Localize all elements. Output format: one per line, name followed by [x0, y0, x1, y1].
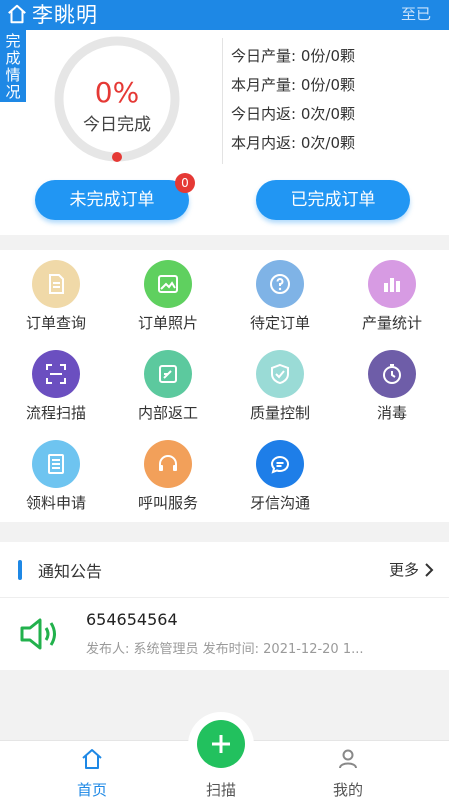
home-outline-icon — [82, 749, 102, 769]
tile-pending-orders[interactable]: 待定订单 — [224, 250, 336, 340]
app-header: 李眺明 至已 — [0, 0, 449, 30]
pending-orders-button[interactable]: 未完成订单 — [35, 180, 189, 220]
progress-indicator-dot — [112, 152, 122, 162]
stat-today-rework: 今日内返: 0次/0颗 — [231, 105, 355, 123]
home-icon[interactable] — [6, 3, 28, 25]
stat-today-output: 今日产量: 0份/0颗 — [231, 47, 355, 65]
tile-disinfection[interactable]: 消毒 — [336, 340, 448, 430]
headset-icon — [144, 440, 192, 488]
progress-percent: 0% — [94, 76, 140, 109]
tile-call-service[interactable]: 呼叫服务 — [112, 430, 224, 520]
completed-orders-button[interactable]: 已完成订单 — [256, 180, 410, 220]
speaker-icon — [20, 618, 56, 650]
divider — [222, 38, 223, 164]
tile-output-stats[interactable]: 产量统计 — [336, 250, 448, 340]
notice-meta: 发布人: 系统管理员 发布时间: 2021-12-20 1... — [86, 642, 364, 657]
form-icon — [32, 440, 80, 488]
summary-card: 完成情况 0% 今日完成 今日产量: 0份/0颗 本月产量: 0份/0颗 今日内… — [0, 30, 449, 235]
stats-list: 今日产量: 0份/0颗 本月产量: 0份/0颗 今日内返: 0次/0颗 本月内返… — [231, 42, 355, 158]
tile-material-request[interactable]: 领料申请 — [0, 430, 112, 520]
stat-month-output: 本月产量: 0份/0颗 — [231, 76, 355, 94]
more-link[interactable]: 更多 — [389, 559, 419, 580]
tile-order-photos[interactable]: 订单照片 — [112, 250, 224, 340]
function-grid: 订单查询 订单照片 待定订单 产量统计 流程扫描 内部返工 质量控制 消毒 领料… — [0, 250, 449, 522]
tile-order-query[interactable]: 订单查询 — [0, 250, 112, 340]
document-icon — [32, 260, 80, 308]
progress-label: 今日完成 — [83, 115, 151, 135]
question-icon — [256, 260, 304, 308]
tab-mine[interactable]: 我的 — [288, 741, 408, 800]
section-accent-bar — [18, 560, 22, 580]
tile-dental-messaging[interactable]: 牙信沟通 — [224, 430, 336, 520]
bar-chart-icon — [368, 260, 416, 308]
notice-section-header: 通知公告 更多 — [0, 542, 449, 598]
plus-icon — [212, 735, 230, 753]
completion-ribbon: 完成情况 — [0, 30, 26, 102]
chat-icon — [256, 440, 304, 488]
tile-internal-rework[interactable]: 内部返工 — [112, 340, 224, 430]
tab-home[interactable]: 首页 — [32, 741, 152, 800]
chevron-right-icon[interactable] — [423, 562, 435, 578]
scan-button[interactable] — [197, 720, 245, 768]
header-right-text[interactable]: 至已 — [401, 4, 431, 24]
notice-item[interactable]: 654654564 发布人: 系统管理员 发布时间: 2021-12-20 1.… — [0, 598, 449, 670]
image-icon — [144, 260, 192, 308]
stopwatch-icon — [368, 350, 416, 398]
edit-icon — [144, 350, 192, 398]
scan-icon — [32, 350, 80, 398]
tile-quality-control[interactable]: 质量控制 — [224, 340, 336, 430]
notice-title: 654654564 — [86, 610, 178, 629]
notice-section-title: 通知公告 — [38, 562, 103, 581]
tile-process-scan[interactable]: 流程扫描 — [0, 340, 112, 430]
pending-orders-badge: 0 — [175, 173, 195, 193]
shield-check-icon — [256, 350, 304, 398]
stat-month-rework: 本月内返: 0次/0颗 — [231, 134, 355, 152]
user-icon — [339, 749, 357, 769]
progress-ring: 0% 今日完成 — [52, 34, 182, 164]
user-name: 李眺明 — [32, 3, 98, 27]
